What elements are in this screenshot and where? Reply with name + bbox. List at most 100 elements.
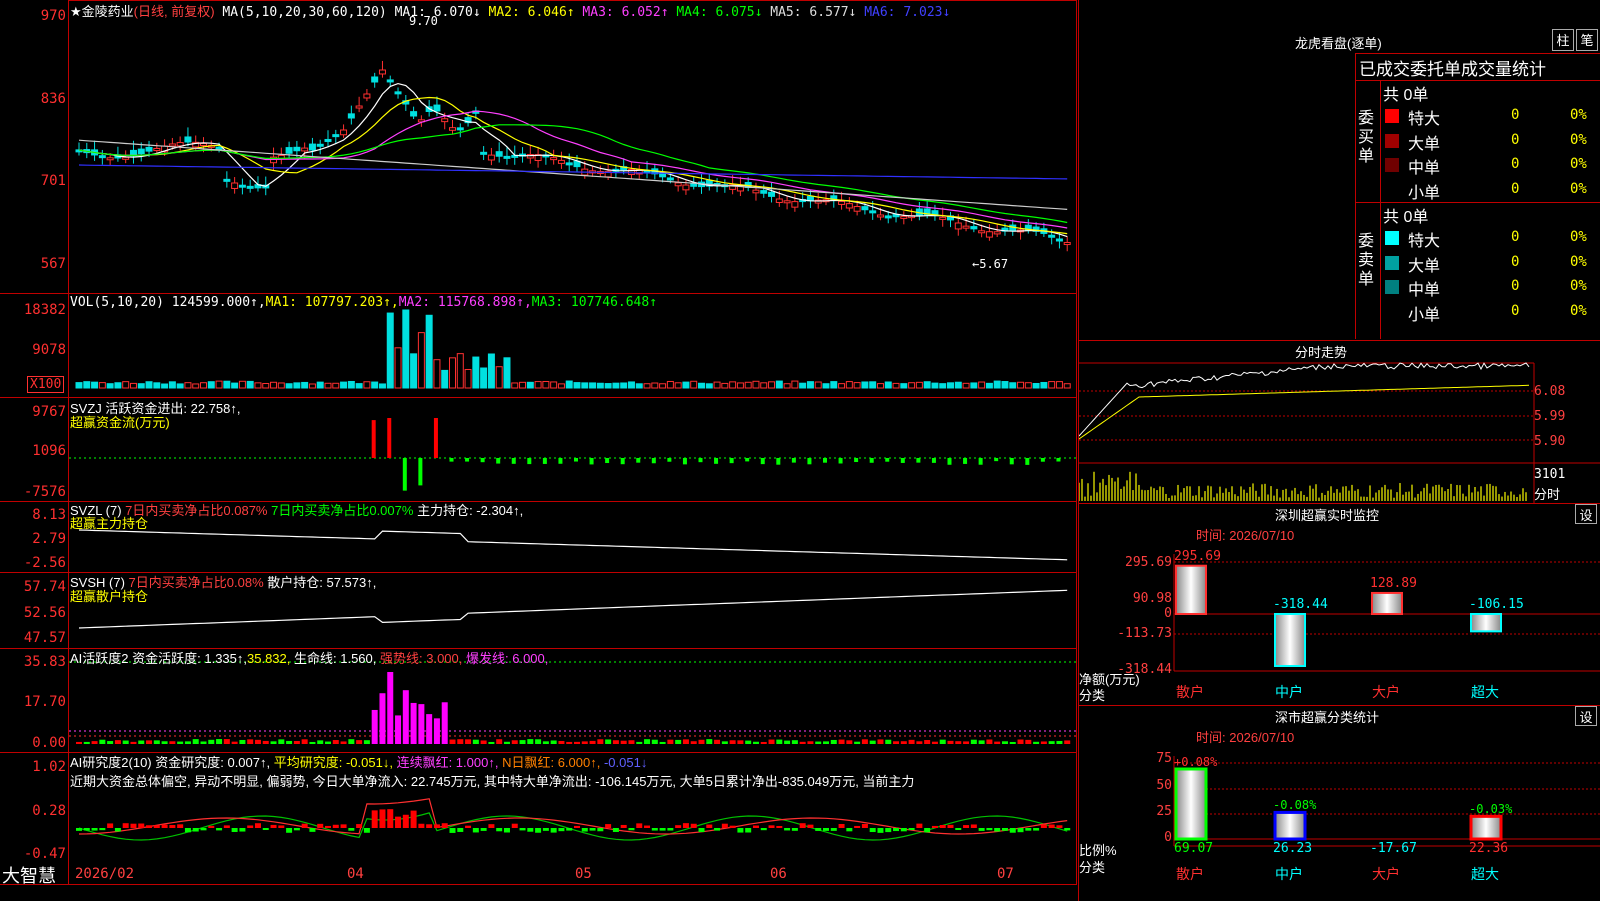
volume-bar: [542, 380, 550, 389]
volume-bar: [884, 381, 892, 389]
research-bar: [138, 823, 145, 828]
classify-y-tick: 0: [1164, 830, 1172, 845]
volume-bar: [402, 309, 410, 389]
volume-bar: [666, 380, 674, 389]
ratio-value-label: -17.67: [1370, 841, 1417, 856]
fund-flow-bar: [776, 458, 781, 465]
candle: [985, 231, 993, 238]
volume-bar: [581, 382, 589, 389]
dragon-row: 大单 0 0%: [1381, 252, 1600, 275]
volume-bar: [1001, 381, 1009, 389]
volume-bar: [293, 382, 301, 389]
research-bar: [348, 828, 355, 831]
research-bar: [900, 828, 907, 832]
research-bar: [332, 824, 339, 828]
candle: [565, 162, 573, 166]
research-bar: [846, 828, 853, 832]
intraday-vol-tick: 3101: [1534, 467, 1566, 482]
vol-y-tick: 9078: [32, 342, 66, 358]
activity-bar: [799, 741, 806, 744]
volume-bar: [861, 381, 869, 389]
research-bar: [682, 823, 689, 828]
intraday-y-tick: 5.90: [1534, 434, 1566, 449]
fund-flow-bar: [854, 458, 859, 463]
main-title-bar: ★金陵药业(日线, 前复权) MA(5,10,20,30,60,120) MA1…: [70, 1, 950, 20]
activity-bar: [402, 690, 409, 744]
candle: [441, 118, 449, 123]
volume-bar: [122, 381, 130, 389]
candle: [900, 215, 908, 219]
activity-bar: [395, 715, 402, 744]
candle: [550, 157, 558, 161]
activity-bar: [877, 739, 884, 744]
research-bar: [488, 824, 495, 828]
ai1-t2: 生命线: 1.560,: [294, 651, 377, 666]
activity-bar: [239, 739, 246, 744]
research-bar: [877, 828, 884, 833]
ai2-summary: 近期大资金总体偏空, 异动不明显, 偏弱势, 今日大单净流入: 22.745万元…: [70, 774, 915, 789]
dragon-row: 特大 0 0%: [1381, 227, 1600, 250]
fund-flow-bar: [745, 458, 750, 462]
research-bar: [410, 810, 417, 828]
net-amount-label: -318.44: [1273, 597, 1328, 612]
monitor-y-tick: 295.69: [1125, 555, 1172, 570]
fund-flow-bar: [885, 458, 890, 462]
research-bar: [939, 825, 946, 828]
activity-bar: [286, 740, 293, 744]
research-bar: [791, 828, 798, 831]
fund-flow-bar: [838, 458, 843, 464]
volume-bar: [900, 383, 908, 389]
research-bar: [1056, 825, 1063, 828]
research-bar: [651, 828, 658, 831]
volume-bar: [752, 380, 760, 389]
candle: [978, 230, 986, 234]
activity-bar: [900, 741, 907, 744]
research-bar: [387, 809, 394, 828]
volume-bar: [371, 381, 379, 389]
activity-bar: [1056, 740, 1063, 744]
volume-bar: [791, 380, 799, 389]
fund-flow-bar: [402, 458, 407, 491]
color-swatch: [1385, 109, 1399, 123]
research-bar: [675, 825, 682, 828]
high-marker: 9.70: [409, 14, 438, 28]
volume-bar: [970, 382, 978, 389]
activity-bar: [581, 741, 588, 744]
research-bar: [620, 824, 627, 828]
activity-bar: [1033, 741, 1040, 744]
research-bar: [247, 825, 254, 828]
volume-bar: [464, 368, 472, 389]
volume-bar: [161, 383, 169, 389]
ratio-top-label: +0.08%: [1174, 755, 1218, 769]
activity-bar: [1040, 741, 1047, 744]
intraday-panel[interactable]: 分时走势 6.08 5.99 5.90 3101 分时: [1078, 340, 1600, 504]
activity-bar: [869, 740, 876, 744]
activity-bar: [332, 740, 339, 744]
research-bar: [472, 828, 479, 833]
tick-mode-button[interactable]: 笔: [1576, 29, 1598, 51]
candle: [1055, 238, 1063, 242]
volume-bar: [449, 357, 456, 389]
candle: [153, 147, 161, 152]
activity-bar: [745, 740, 752, 744]
activity-bar: [356, 740, 363, 744]
candle: [970, 226, 978, 230]
research-bar: [99, 828, 106, 831]
svsh-y-tick: 52.56: [23, 605, 66, 621]
volume-bar: [238, 380, 246, 389]
research-bar: [955, 828, 962, 831]
volume-bar: [729, 381, 737, 389]
volume-bar: [168, 381, 176, 389]
vol-value: 124599.000↑,: [171, 295, 266, 310]
fund-flow-bar: [714, 458, 719, 464]
color-swatch: [1385, 231, 1399, 245]
research-bar: [628, 828, 635, 831]
candle: [838, 200, 846, 205]
classify-panel: 深市超赢分类统计 设 时间: 2026/07/10 75 50 25 0 比例%…: [1078, 705, 1600, 901]
chart-area[interactable]: 970 836 701 567 18382 9078 X100 9767 109…: [0, 0, 1078, 900]
volume-bar: [519, 381, 527, 389]
ai2-y-tick: -0.47: [23, 846, 66, 862]
activity-bar: [939, 739, 946, 744]
bar-mode-button[interactable]: 柱: [1552, 29, 1574, 51]
activity-bar: [1025, 739, 1032, 744]
